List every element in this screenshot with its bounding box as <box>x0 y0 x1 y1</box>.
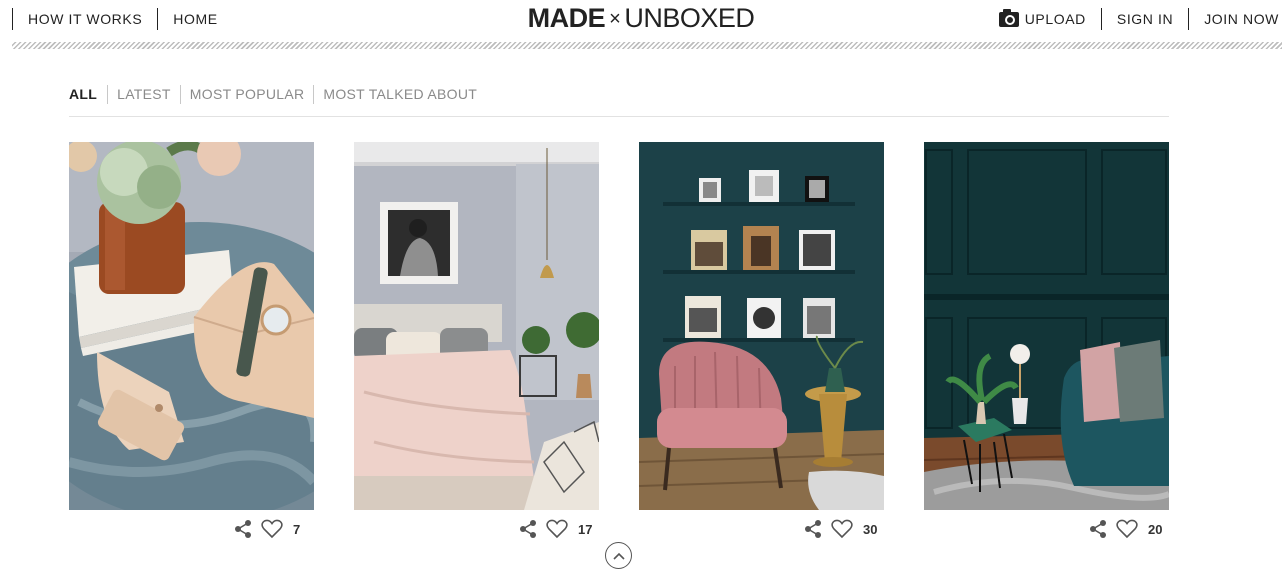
scroll-to-top-button[interactable] <box>605 542 632 569</box>
sign-in-link[interactable]: SIGN IN <box>1102 8 1188 30</box>
logo-made: MADE <box>527 3 606 33</box>
upload-label: UPLOAD <box>1024 11 1086 27</box>
tab-all[interactable]: ALL <box>69 86 107 102</box>
share-icon[interactable] <box>803 519 823 539</box>
share-icon[interactable] <box>233 519 253 539</box>
tab-latest[interactable]: LATEST <box>108 86 180 102</box>
account-nav: UPLOAD SIGN IN JOIN NOW <box>984 8 1282 30</box>
share-icon[interactable] <box>1088 519 1108 539</box>
post-image-teal-paneled-room[interactable] <box>924 142 1169 510</box>
post-actions: 20 <box>924 518 1169 540</box>
chevron-up-icon <box>612 552 625 560</box>
upload-button[interactable]: UPLOAD <box>984 8 1101 30</box>
filter-divider <box>69 116 1169 117</box>
logo-unboxed: UNBOXED <box>624 3 755 33</box>
heart-icon[interactable] <box>1116 519 1138 539</box>
post-image-bedroom[interactable] <box>354 142 599 510</box>
post-actions: 17 <box>354 518 599 540</box>
post-actions: 30 <box>639 518 884 540</box>
tab-most-popular[interactable]: MOST POPULAR <box>181 86 314 102</box>
feed-filter-tabs: ALL LATEST MOST POPULAR MOST TALKED ABOU… <box>69 84 486 104</box>
like-count: 30 <box>863 521 878 537</box>
like-count: 20 <box>1148 521 1163 537</box>
heart-icon[interactable] <box>831 519 853 539</box>
camera-icon <box>998 8 1019 27</box>
header-hatch-divider <box>12 42 1282 49</box>
site-header: HOW IT WORKS HOME MADE × UNBOXED UPLOAD SI… <box>0 0 1282 50</box>
logo-x: × <box>609 8 621 30</box>
join-now-link[interactable]: JOIN NOW <box>1189 8 1282 30</box>
post-image-pink-chair-room[interactable] <box>639 142 884 510</box>
heart-icon[interactable] <box>546 519 568 539</box>
share-icon[interactable] <box>518 519 538 539</box>
post-actions: 7 <box>69 518 314 540</box>
like-count: 7 <box>293 521 301 537</box>
like-count: 17 <box>578 521 593 537</box>
tab-most-talked-about[interactable]: MOST TALKED ABOUT <box>314 86 486 102</box>
heart-icon[interactable] <box>261 519 283 539</box>
post-image-table-vignette[interactable] <box>69 142 314 510</box>
